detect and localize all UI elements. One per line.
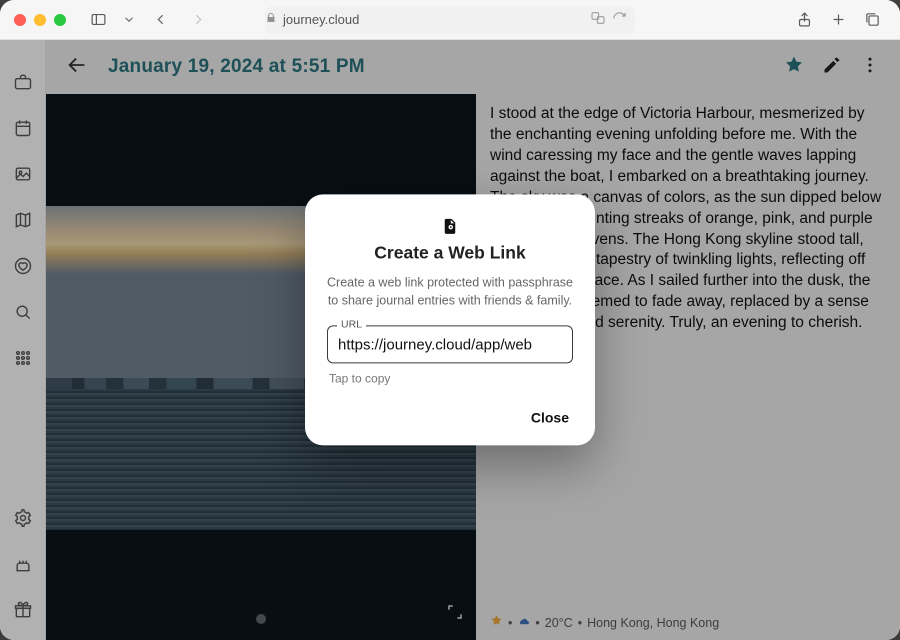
maximize-window-button[interactable]: [54, 14, 66, 26]
address-bar[interactable]: journey.cloud: [265, 6, 635, 34]
chevron-down-icon[interactable]: [122, 6, 136, 34]
traffic-lights: [14, 14, 66, 26]
close-button[interactable]: Close: [527, 404, 573, 432]
url-field: URL: [327, 326, 573, 364]
reload-icon[interactable]: [612, 11, 627, 29]
minimize-window-button[interactable]: [34, 14, 46, 26]
url-input[interactable]: [327, 326, 573, 364]
file-link-icon: [327, 216, 573, 236]
address-text: journey.cloud: [283, 12, 359, 27]
tap-to-copy[interactable]: Tap to copy: [329, 372, 571, 386]
weblink-dialog: Create a Web Link Create a web link prot…: [305, 194, 595, 445]
translate-icon[interactable]: [590, 10, 606, 29]
tabs-icon[interactable]: [858, 6, 886, 34]
dialog-title: Create a Web Link: [327, 242, 573, 263]
dialog-description: Create a web link protected with passphr…: [327, 273, 573, 309]
url-label: URL: [337, 319, 366, 331]
titlebar: journey.cloud: [0, 0, 900, 40]
lock-icon: [265, 12, 277, 27]
new-tab-icon[interactable]: [824, 6, 852, 34]
share-icon[interactable]: [790, 6, 818, 34]
nav-forward-button[interactable]: [184, 6, 212, 34]
nav-back-button[interactable]: [146, 6, 174, 34]
window: journey.cloud: [0, 0, 900, 640]
sidebar-toggle-icon[interactable]: [84, 6, 112, 34]
close-window-button[interactable]: [14, 14, 26, 26]
